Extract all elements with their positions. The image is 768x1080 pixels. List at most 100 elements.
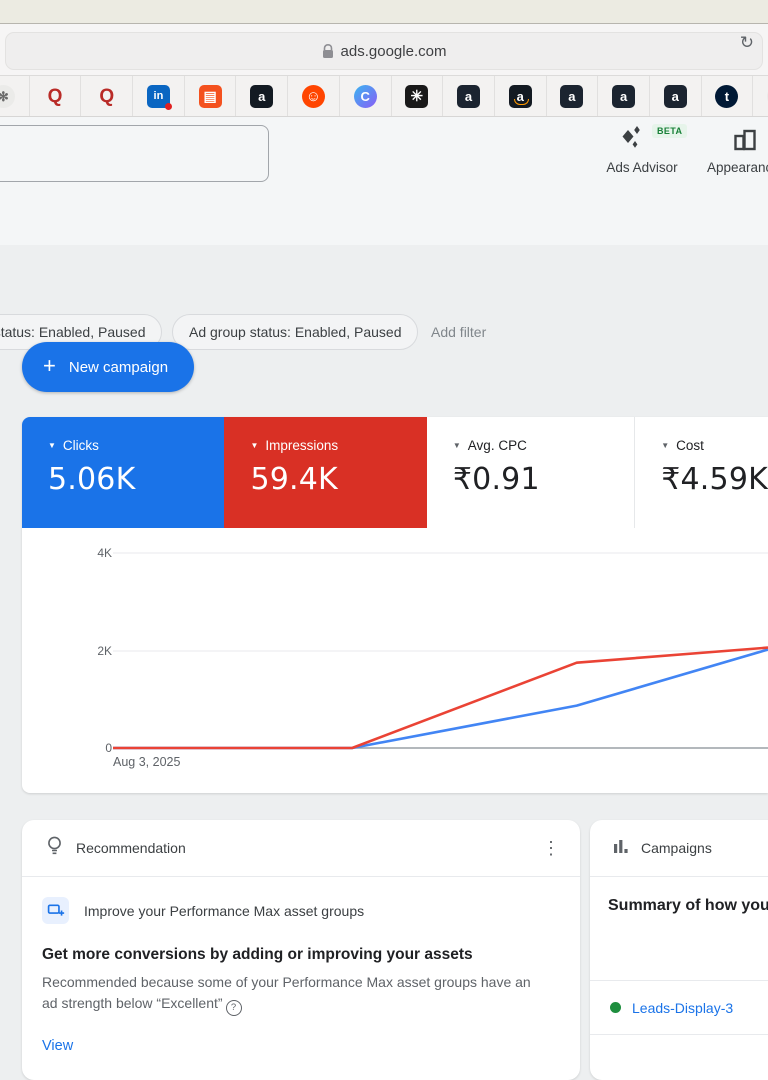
filter-chip-adgroup-status[interactable]: Ad group status: Enabled, Paused [172,314,419,350]
appearance-label: Appearance [707,160,768,175]
y-tick-4k: 4K [97,546,112,560]
y-tick-2k: 2K [97,644,112,658]
lightbulb-icon [46,835,63,862]
bookmarks-row: ✻ Q Qin ▤ a ☺ C ✳ a a a a a t ✻ [0,76,768,116]
quora-favicon: Q [47,85,63,107]
campaign-row[interactable]: Leads-Display-3 [590,981,768,1035]
amazon-smile-favicon-cell[interactable]: a [495,76,547,116]
amazon-favicon-4: a [612,84,636,108]
x-tick-date: Aug 3, 2025 [113,755,181,769]
caret-down-icon: ▼ [48,440,56,450]
ads-toolbar-area: BETA Ads Advisor Appearance Campaign sta… [0,117,768,350]
metric-card-avg-cpc[interactable]: ▼ Avg. CPC ₹0.91 [426,417,635,528]
recommendation-item-label: Improve your Performance Max asset group… [84,902,365,919]
campaign-link[interactable]: Leads-Display-3 [632,1000,733,1016]
performance-chart: 4K 2K 0 Aug 3, 2025 [22,528,768,793]
recommendation-card-body: Improve your Performance Max asset group… [22,877,580,1055]
view-link[interactable]: View [42,1038,73,1054]
campaigns-card-header: Campaigns [590,820,768,877]
appearance-button[interactable]: Appearance [706,122,768,180]
caret-down-icon: ▼ [250,440,259,450]
chatgpt-favicon-2-cell[interactable]: ✻ [753,76,768,116]
chatgpt-favicon: ✻ [0,84,15,108]
performance-panel: ▼ Clicks 5.06K ▼ Impressions 59.4K ▼ Avg. C… [22,417,768,793]
linkedin-favicon-cell[interactable]: in [133,76,185,116]
tumblr-favicon: t [715,84,739,108]
metric-label: Clicks [62,438,99,453]
metric-card-cost[interactable]: ▼ Cost ₹4.59K [634,417,768,528]
campaign-status-dot [610,1002,621,1013]
system-menubar-strip [0,0,768,24]
caret-down-icon: ▼ [661,440,670,450]
address-bar[interactable]: ads.google.com [5,32,763,70]
asset-group-icon [42,897,69,924]
reading-list-favicon: ▤ [198,84,222,108]
metric-label: Avg. CPC [467,438,527,453]
metric-value: 59.4K [250,462,338,497]
chart-line-clicks [113,648,768,750]
quora-favicon-2-cell[interactable]: Q [81,76,134,116]
plus-icon: + [43,353,56,378]
chart-canvas [113,552,768,750]
add-filter-button[interactable]: Add filter [431,314,486,350]
reload-icon[interactable]: ↻ [740,33,754,53]
more-options-icon[interactable]: ⋮ [542,838,560,859]
amazon-favicon-3: a [560,84,584,108]
appearance-icon [732,126,759,159]
reading-list-favicon-cell[interactable]: ▤ [185,76,237,116]
amazon-favicon-cell[interactable]: a [236,76,289,116]
recommendation-item: Improve your Performance Max asset group… [42,897,556,924]
linkedin-favicon: in [146,84,172,110]
campaigns-card-title: Campaigns [641,840,712,856]
c-app-favicon: C [353,84,377,108]
amazon-favicon-4-cell[interactable]: a [598,76,650,116]
url-text: ads.google.com [340,42,447,60]
amazon-favicon-2: a [457,84,481,108]
ads-advisor-button[interactable]: BETA Ads Advisor [596,122,688,180]
help-icon[interactable]: ? [225,999,242,1016]
browser-toolbar: ads.google.com ↻ [0,24,768,76]
lock-icon [322,43,334,59]
beta-badge: BETA [652,124,688,138]
amazon-smile-arc [513,98,529,105]
y-tick-0: 0 [105,741,112,755]
amazon-smile-favicon: a [508,84,532,108]
caret-down-icon: ▼ [452,440,461,450]
recommendation-card: Recommendation ⋮ Improve your Performanc… [22,820,580,1080]
campaigns-card: Campaigns Summary of how your Leads-Disp… [590,820,768,1080]
metric-value: 5.06K [48,462,136,497]
ads-advisor-label: Ads Advisor [606,160,678,175]
metric-cards-row: ▼ Clicks 5.06K ▼ Impressions 59.4K ▼ Avg. C… [22,417,768,528]
chatgpt-favicon-cell[interactable]: ✻ [0,76,30,116]
quora-favicon-2: Q [99,85,115,107]
metric-card-impressions[interactable]: ▼ Impressions 59.4K [224,417,427,528]
metric-label: Impressions [265,438,339,453]
reddit-favicon: ☺ [301,84,325,108]
c-app-favicon-cell[interactable]: C [340,76,392,116]
amazon-favicon-5-cell[interactable]: a [650,76,702,116]
new-campaign-label: New campaign [68,358,169,376]
amazon-favicon-2-cell[interactable]: a [443,76,495,116]
reddit-favicon-cell[interactable]: ☺ [288,76,340,116]
amazon-favicon-5: a [663,84,687,108]
metric-card-clicks[interactable]: ▼ Clicks 5.06K [22,417,225,528]
dark-art-favicon: ✳ [405,84,429,108]
sparkle-icon [618,124,648,161]
search-input[interactable] [0,125,269,182]
metric-label: Cost [676,438,704,453]
notification-dot [164,102,172,110]
metric-value: ₹4.59K [661,462,768,497]
bookmarks-bar: ✻ Q Qin ▤ a ☺ C ✳ a a a a a t ✻ [0,76,768,117]
recommendation-body-text: Recommended because some of your Perform… [42,972,540,1016]
amazon-favicon: a [250,84,274,108]
amazon-favicon-3-cell[interactable]: a [547,76,599,116]
quora-favicon-cell[interactable]: Q [30,76,82,116]
new-campaign-button[interactable]: + New campaign [22,342,195,392]
bar-chart-icon [612,837,629,859]
recommendation-card-title: Recommendation [76,840,186,856]
tumblr-favicon-cell[interactable]: t [702,76,754,116]
recommendation-heading: Get more conversions by adding or improv… [42,946,473,963]
chart-line-impressions [113,646,768,750]
campaigns-summary-heading: Summary of how your [590,877,768,981]
dark-art-favicon-cell[interactable]: ✳ [392,76,444,116]
